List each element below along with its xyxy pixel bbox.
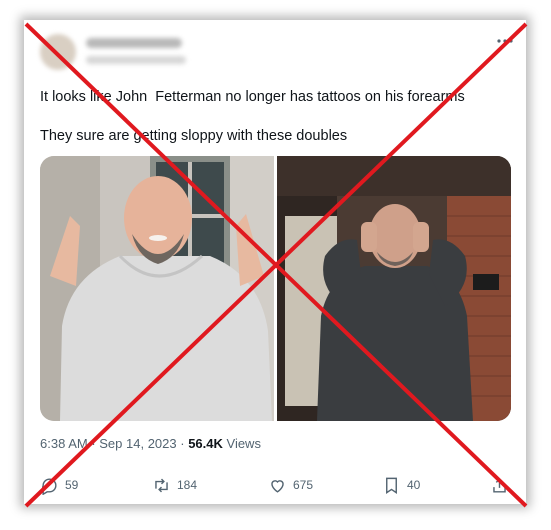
tweet-time[interactable]: 6:38 AM xyxy=(40,436,88,451)
like-icon xyxy=(271,479,284,493)
retweet-button[interactable]: 184 xyxy=(152,474,197,496)
reply-button[interactable]: 59 xyxy=(40,474,78,496)
share-button[interactable] xyxy=(490,474,509,496)
avatar[interactable] xyxy=(40,34,76,70)
display-name-redacted xyxy=(86,38,182,48)
bookmark-count: 40 xyxy=(407,478,421,492)
reply-count: 59 xyxy=(65,478,79,492)
tweet-card: It looks like John Fetterman no longer h… xyxy=(24,20,526,504)
photo-left[interactable] xyxy=(40,156,275,421)
views-label: Views xyxy=(222,436,261,451)
share-icon xyxy=(493,477,506,493)
meta-separator: · xyxy=(87,436,100,451)
bookmark-button[interactable]: 40 xyxy=(382,474,420,496)
meta-separator: · xyxy=(176,436,189,451)
photo-right[interactable] xyxy=(276,156,511,421)
tweet-date[interactable]: Sep 14, 2023 xyxy=(99,436,176,451)
retweet-count: 184 xyxy=(177,478,198,492)
action-bar: 59 184 675 40 xyxy=(40,474,512,496)
reply-icon xyxy=(41,477,57,495)
views-count: 56.4K xyxy=(188,436,223,451)
retweet-icon xyxy=(155,478,168,492)
username-redacted xyxy=(86,56,186,64)
like-button[interactable]: 675 xyxy=(268,474,313,496)
tweet-text-line: They sure are getting sloppy with these … xyxy=(40,128,348,144)
tweet-meta: 6:38 AM · Sep 14, 2023 · 56.4K Views xyxy=(40,436,261,451)
tweet-text: It looks like John Fetterman no longer h… xyxy=(40,88,510,146)
like-count: 675 xyxy=(293,478,314,492)
bookmark-icon xyxy=(386,477,397,494)
media-grid[interactable] xyxy=(40,156,511,421)
tweet-text-line: It looks like John Fetterman no longer h… xyxy=(40,89,465,105)
more-icon[interactable] xyxy=(496,36,514,46)
